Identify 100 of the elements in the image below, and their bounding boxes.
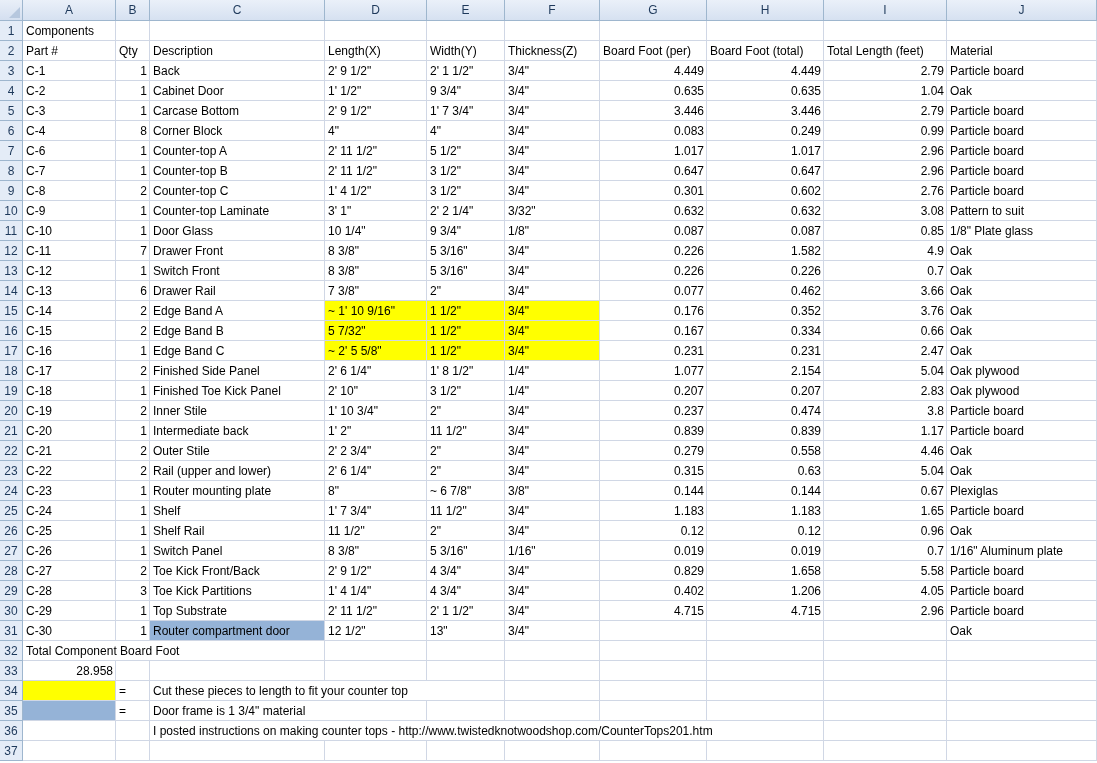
- row-header[interactable]: 21: [0, 421, 23, 441]
- row-header[interactable]: 17: [0, 341, 23, 361]
- column-header[interactable]: E: [427, 0, 505, 21]
- table-cell: 0.647: [600, 161, 707, 181]
- table-cell: Finished Side Panel: [150, 361, 325, 381]
- row-header[interactable]: 28: [0, 561, 23, 581]
- row-header[interactable]: 5: [0, 101, 23, 121]
- table-cell: 1: [116, 141, 150, 161]
- column-header[interactable]: B: [116, 0, 150, 21]
- table-cell: Oak: [947, 461, 1097, 481]
- table-cell: 4.715: [707, 601, 824, 621]
- row-header[interactable]: 15: [0, 301, 23, 321]
- table-cell: 2: [116, 401, 150, 421]
- table-cell: 1 1/2": [427, 321, 505, 341]
- row-header[interactable]: 24: [0, 481, 23, 501]
- row-header[interactable]: 26: [0, 521, 23, 541]
- table-cell: 0.176: [600, 301, 707, 321]
- row-header[interactable]: 9: [0, 181, 23, 201]
- row-header[interactable]: 34: [0, 681, 23, 701]
- row-header[interactable]: 33: [0, 661, 23, 681]
- table-cell: Rail (upper and lower): [150, 461, 325, 481]
- column-header[interactable]: A: [23, 0, 116, 21]
- row-header[interactable]: 7: [0, 141, 23, 161]
- table-cell: 1: [116, 541, 150, 561]
- table-cell: 2' 2 3/4": [325, 441, 427, 461]
- row-header[interactable]: 4: [0, 81, 23, 101]
- row-header[interactable]: 37: [0, 741, 23, 761]
- table-cell: Oak: [947, 81, 1097, 101]
- table-cell: 3/4": [505, 61, 600, 81]
- table-cell: Door Glass: [150, 221, 325, 241]
- column-header[interactable]: D: [325, 0, 427, 21]
- table-cell: 4.05: [824, 581, 947, 601]
- select-all-button[interactable]: [0, 0, 23, 21]
- column-header[interactable]: F: [505, 0, 600, 21]
- table-cell: 0.602: [707, 181, 824, 201]
- table-cell: 2.83: [824, 381, 947, 401]
- table-cell: 2' 9 1/2": [325, 101, 427, 121]
- empty-cell: [116, 21, 150, 41]
- table-cell: Back: [150, 61, 325, 81]
- table-cell: 11 1/2": [427, 501, 505, 521]
- table-cell: 0.474: [707, 401, 824, 421]
- table-cell: C-20: [23, 421, 116, 441]
- table-cell: 0.7: [824, 261, 947, 281]
- row-header[interactable]: 35: [0, 701, 23, 721]
- row-header[interactable]: 20: [0, 401, 23, 421]
- row-header[interactable]: 6: [0, 121, 23, 141]
- table-cell: 1: [116, 81, 150, 101]
- table-cell: 3/4": [505, 581, 600, 601]
- row-header[interactable]: 30: [0, 601, 23, 621]
- row-header[interactable]: 2: [0, 41, 23, 61]
- table-cell: 4.449: [600, 61, 707, 81]
- table-cell: C-28: [23, 581, 116, 601]
- row-header[interactable]: 8: [0, 161, 23, 181]
- table-cell: 2.76: [824, 181, 947, 201]
- table-cell: 3/4": [505, 261, 600, 281]
- row-header[interactable]: 32: [0, 641, 23, 661]
- column-header[interactable]: H: [707, 0, 824, 21]
- table-cell: 2' 2 1/4": [427, 201, 505, 221]
- table-cell: Oak: [947, 441, 1097, 461]
- empty-cell: [116, 661, 150, 681]
- row-header[interactable]: 10: [0, 201, 23, 221]
- row-header[interactable]: 25: [0, 501, 23, 521]
- row-header[interactable]: 22: [0, 441, 23, 461]
- table-cell: Edge Band C: [150, 341, 325, 361]
- table-cell: 5.04: [824, 461, 947, 481]
- table-cell: 4": [325, 121, 427, 141]
- table-cell: 1.65: [824, 501, 947, 521]
- table-cell: 2.79: [824, 61, 947, 81]
- row-header[interactable]: 12: [0, 241, 23, 261]
- table-cell: 3/4": [505, 321, 600, 341]
- table-cell: 1' 10 3/4": [325, 401, 427, 421]
- row-header[interactable]: 16: [0, 321, 23, 341]
- row-header[interactable]: 3: [0, 61, 23, 81]
- row-header[interactable]: 23: [0, 461, 23, 481]
- table-cell: Router compartment door: [150, 621, 325, 641]
- row-header[interactable]: 19: [0, 381, 23, 401]
- table-cell: C-14: [23, 301, 116, 321]
- table-cell: C-4: [23, 121, 116, 141]
- row-header[interactable]: 14: [0, 281, 23, 301]
- table-cell: 0.829: [600, 561, 707, 581]
- column-header[interactable]: J: [947, 0, 1097, 21]
- row-header[interactable]: 36: [0, 721, 23, 741]
- row-header[interactable]: 1: [0, 21, 23, 41]
- table-cell: Total Length (feet): [824, 41, 947, 61]
- table-cell: 2: [116, 181, 150, 201]
- row-header[interactable]: 11: [0, 221, 23, 241]
- column-header[interactable]: G: [600, 0, 707, 21]
- row-header[interactable]: 18: [0, 361, 23, 381]
- table-cell: 2: [116, 561, 150, 581]
- column-header[interactable]: I: [824, 0, 947, 21]
- table-cell: 2": [427, 401, 505, 421]
- row-header[interactable]: 27: [0, 541, 23, 561]
- table-cell: 2' 1 1/2": [427, 601, 505, 621]
- column-header[interactable]: C: [150, 0, 325, 21]
- table-cell: 3/4": [505, 521, 600, 541]
- row-header[interactable]: 29: [0, 581, 23, 601]
- row-header[interactable]: 31: [0, 621, 23, 641]
- table-cell: 0.167: [600, 321, 707, 341]
- table-cell: Board Foot (total): [707, 41, 824, 61]
- row-header[interactable]: 13: [0, 261, 23, 281]
